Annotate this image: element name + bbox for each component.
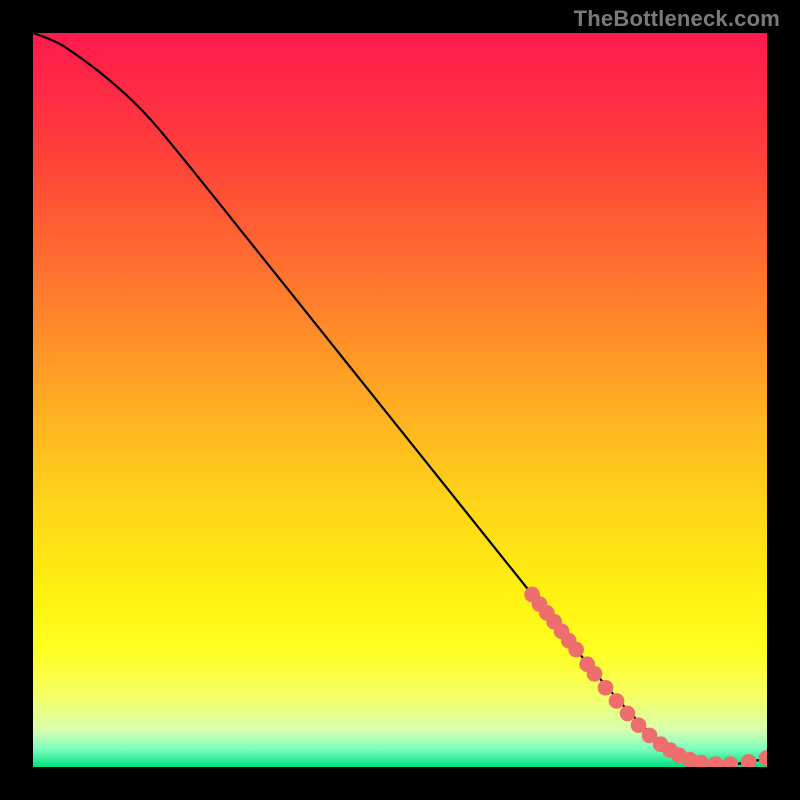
chart-stage: TheBottleneck.com (0, 0, 800, 800)
watermark-label: TheBottleneck.com (574, 6, 780, 32)
plot-gradient-background (33, 33, 767, 767)
